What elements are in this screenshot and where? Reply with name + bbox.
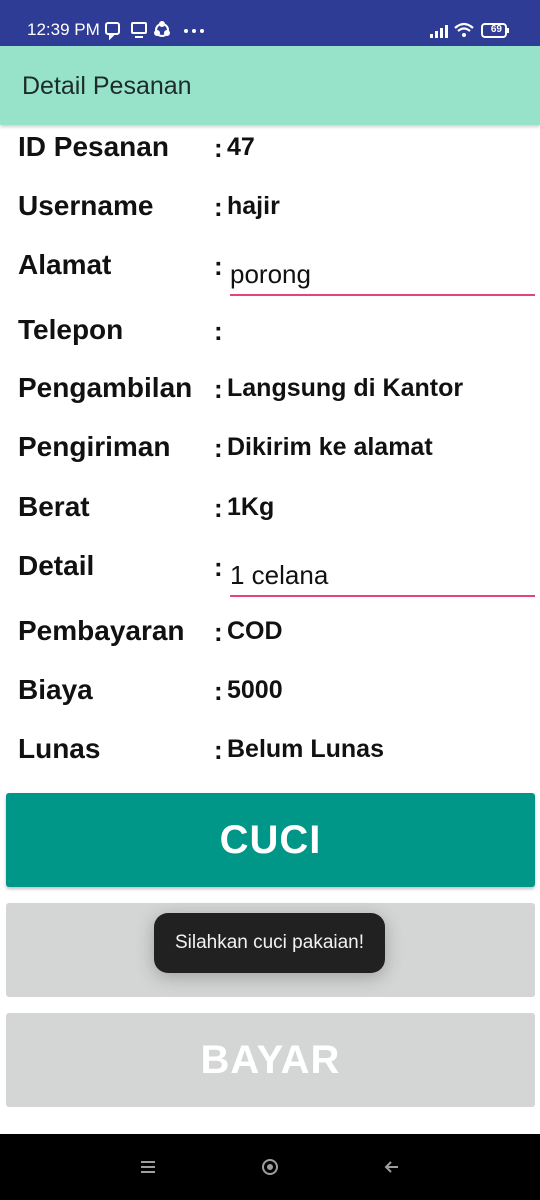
detail-row-username: Username : hajir: [0, 190, 540, 246]
pembayaran-value: COD: [227, 617, 283, 645]
detail-row-pengambilan: Pengambilan : Langsung di Kantor: [0, 372, 540, 428]
message-icon: [105, 22, 120, 40]
pengiriman-value: Dikirim ke alamat: [227, 433, 433, 461]
detail-input[interactable]: [230, 555, 535, 597]
menu-icon[interactable]: [135, 1154, 161, 1180]
berat-colon: :: [214, 493, 223, 523]
detail-row-id-pesanan: ID Pesanan : 47: [0, 131, 540, 187]
biaya-colon: :: [214, 676, 223, 706]
pengiriman-colon: :: [214, 433, 223, 463]
toast-text: Silahkan cuci pakaian!: [174, 932, 365, 953]
home-icon[interactable]: [257, 1154, 283, 1180]
app-bar: Detail Pesanan: [0, 46, 540, 125]
pengambilan-value: Langsung di Kantor: [227, 374, 464, 402]
page-title: Detail Pesanan: [22, 72, 192, 100]
battery-level: 69: [490, 24, 502, 35]
pengiriman-label: Pengiriman: [18, 431, 171, 462]
cuci-button[interactable]: CUCI: [6, 793, 535, 887]
sync-icon: [154, 21, 170, 37]
alamat-colon: :: [214, 251, 223, 281]
alamat-input[interactable]: [230, 254, 535, 296]
signal-icon: [430, 25, 448, 38]
detail-row-telepon: Telepon :: [0, 314, 540, 370]
detail-row-biaya: Biaya : 5000: [0, 674, 540, 730]
pengambilan-colon: :: [214, 374, 223, 404]
status-time: 12:39 PM: [27, 20, 100, 39]
id-pesanan-colon: :: [214, 133, 223, 163]
biaya-value: 5000: [227, 676, 283, 704]
wifi-icon: [454, 22, 474, 37]
back-icon[interactable]: [379, 1154, 405, 1180]
detail-row-pengiriman: Pengiriman : Dikirim ke alamat: [0, 431, 540, 487]
berat-value: 1Kg: [227, 493, 275, 521]
id-pesanan-value: 47: [227, 133, 255, 161]
telepon-colon: :: [214, 316, 223, 346]
biaya-label: Biaya: [18, 674, 93, 705]
alamat-label: Alamat: [18, 249, 112, 280]
berat-label: Berat: [18, 491, 90, 522]
lunas-label: Lunas: [18, 733, 101, 764]
id-pesanan-label: ID Pesanan: [18, 131, 169, 162]
pembayaran-colon: :: [214, 617, 223, 647]
status-bar: 12:39 PM 69: [0, 0, 540, 46]
pembayaran-label: Pembayaran: [18, 615, 185, 646]
username-colon: :: [214, 192, 223, 222]
detail-row-berat: Berat : 1Kg: [0, 491, 540, 547]
username-value: hajir: [227, 192, 280, 220]
detail-row-lunas: Lunas : Belum Lunas: [0, 733, 540, 789]
username-label: Username: [18, 190, 154, 221]
lunas-value: Belum Lunas: [227, 735, 384, 763]
pengambilan-label: Pengambilan: [18, 372, 193, 403]
detail-label: Detail: [18, 550, 95, 581]
status-notification-icons: [105, 21, 204, 40]
telepon-label: Telepon: [18, 314, 124, 345]
navigation-bar: [0, 1134, 540, 1200]
detail-colon: :: [214, 552, 223, 582]
lunas-colon: :: [214, 735, 223, 765]
detail-row-detail: Detail :: [0, 550, 540, 600]
detail-row-pembayaran: Pembayaran : COD: [0, 615, 540, 671]
detail-row-alamat: Alamat :: [0, 249, 540, 299]
toast-message: Silahkan cuci pakaian!: [154, 913, 385, 973]
screen-icon: [131, 22, 147, 38]
bayar-button[interactable]: BAYAR: [6, 1013, 535, 1107]
more-icon: [184, 29, 204, 33]
